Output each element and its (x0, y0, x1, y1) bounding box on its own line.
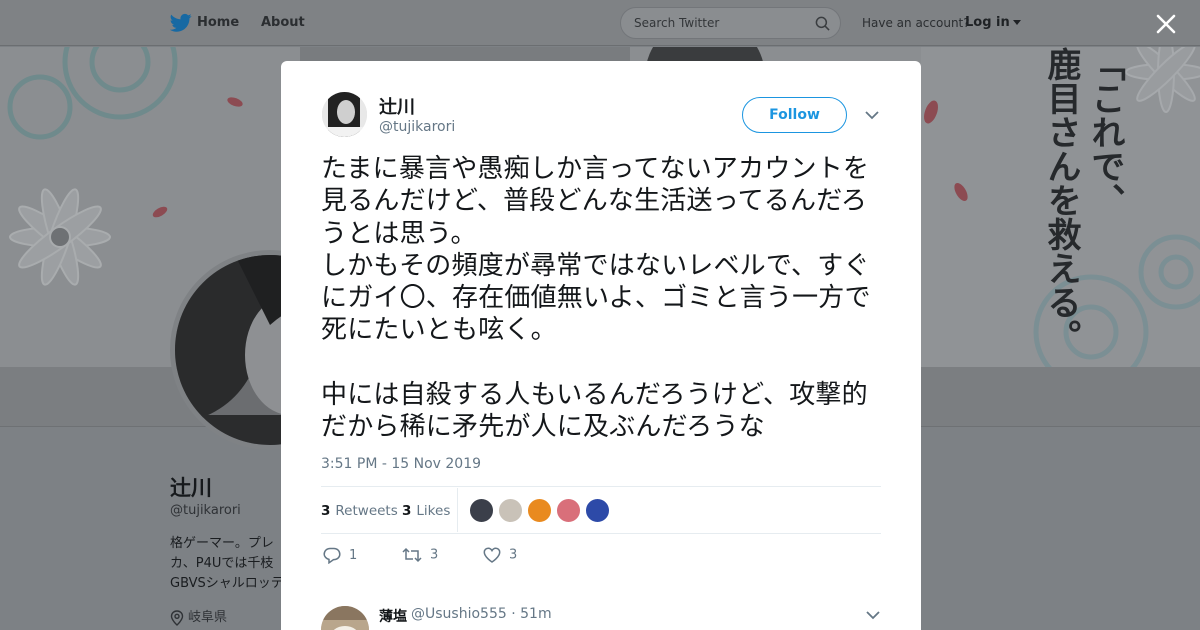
tweet-modal: 辻川 @tujikarori Follow たまに暴言や愚痴しか言ってないアカウ… (281, 61, 921, 630)
liker-avatar[interactable] (556, 498, 581, 523)
login-button[interactable]: Log in (965, 15, 1021, 30)
caret-down-icon (1012, 20, 1021, 25)
tweet-author-avatar[interactable] (322, 92, 367, 137)
follow-button[interactable]: Follow (742, 97, 847, 133)
profile-location: 岐阜県 (170, 606, 227, 626)
like-action[interactable]: 3 (483, 547, 517, 563)
banner-right: 「これで、 鹿目さんを救える。 (921, 47, 1200, 367)
reply-count: 1 (349, 548, 358, 563)
top-nav: Home About Search Twitter Have an accoun… (0, 0, 1200, 46)
tweet-author-name[interactable]: 辻川 (379, 93, 415, 119)
like-count: 3 (509, 547, 518, 563)
profile-handle[interactable]: @tujikarori (170, 503, 241, 518)
avatar-image (321, 606, 369, 630)
profile-name: 辻川 (170, 476, 212, 500)
reply-author-handle[interactable]: @Usushio555 (411, 606, 507, 622)
retweets-count: 3 (321, 503, 331, 519)
liker-avatar[interactable] (585, 498, 610, 523)
banner-text-col1: 「これで、 (1085, 47, 1125, 217)
chevron-down-icon[interactable] (864, 109, 880, 121)
likes-stat[interactable]: 3 Likes (402, 503, 450, 519)
account-prompt: Have an account? (862, 16, 970, 30)
tweet-stats: 3 Retweets 3 Likes (321, 486, 881, 534)
retweets-label: Retweets (335, 503, 398, 519)
reply-icon (323, 547, 341, 565)
profile-location-text: 岐阜県 (188, 610, 228, 625)
search-icon[interactable] (815, 16, 830, 31)
close-icon[interactable] (1154, 12, 1178, 36)
twitter-bird-icon[interactable] (170, 13, 192, 33)
retweet-icon (402, 547, 422, 563)
tweet-timestamp[interactable]: 3:51 PM - 15 Nov 2019 (321, 456, 481, 472)
chevron-down-icon[interactable] (865, 609, 881, 621)
retweets-stat[interactable]: 3 Retweets (321, 503, 398, 519)
search-placeholder: Search Twitter (634, 16, 720, 30)
nav-about-link[interactable]: About (261, 15, 305, 30)
stats-divider (457, 488, 458, 532)
likes-count: 3 (402, 503, 412, 519)
retweet-action[interactable]: 3 (402, 547, 438, 563)
reply-author-avatar[interactable] (321, 606, 369, 630)
reply-meta: @Usushio555 · 51m (411, 606, 552, 622)
banner-text-col2: 鹿目さんを救える。 (1041, 47, 1081, 353)
reply-author-name[interactable]: 薄塩 (379, 606, 407, 626)
tweet-text: たまに暴言や愚痴しか言ってないアカウントを見るんだけど、普段どんな生活送ってるん… (321, 154, 871, 443)
likes-label: Likes (416, 503, 451, 519)
liker-avatar[interactable] (469, 498, 494, 523)
reply-action[interactable]: 1 (323, 547, 358, 565)
avatar-image (322, 92, 367, 137)
tweet-author-handle[interactable]: @tujikarori (379, 119, 455, 135)
heart-icon (483, 547, 501, 563)
profile-bio: 格ゲーマー。プレ カ、P4Uでは千枝 GBVSシャルロッテ (170, 536, 284, 591)
nav-home-link[interactable]: Home (197, 15, 239, 30)
login-label: Log in (965, 15, 1010, 30)
reply-time[interactable]: 51m (520, 606, 551, 622)
retweet-count: 3 (430, 547, 439, 563)
liker-avatar[interactable] (498, 498, 523, 523)
liker-avatar[interactable] (527, 498, 552, 523)
location-pin-icon (170, 609, 184, 626)
search-input[interactable]: Search Twitter (620, 7, 841, 39)
